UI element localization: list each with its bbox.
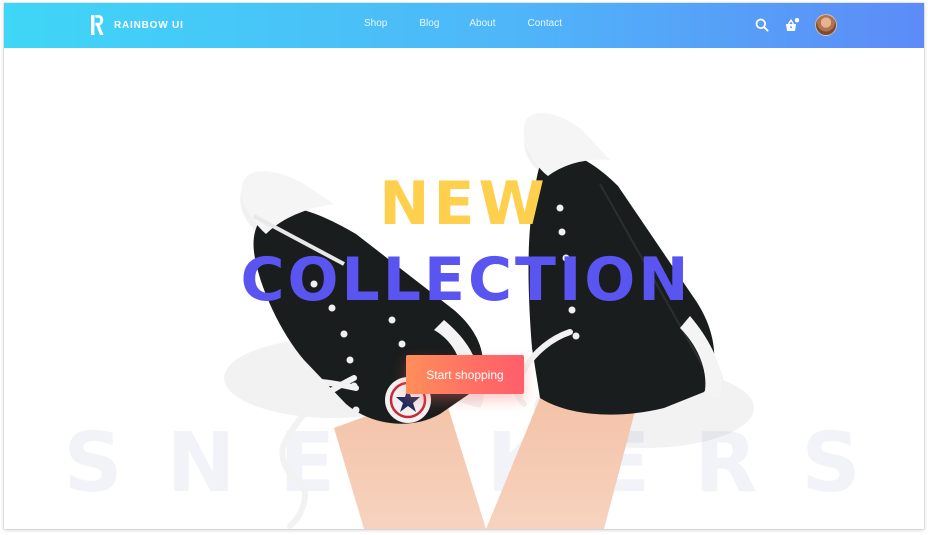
hero-section: SNEAKERS NEW COLLECTION Start shopping [4,48,924,529]
user-avatar[interactable] [815,14,837,36]
r-logo-icon [90,15,104,35]
main-nav: Shop Blog About Contact [364,18,562,29]
basket-icon[interactable] [782,15,802,35]
nav-link-blog[interactable]: Blog [419,18,439,29]
brand[interactable]: RAINBOW UI [90,15,184,35]
headline-new: NEW [379,169,549,239]
nav-link-about[interactable]: About [469,18,495,29]
brand-name: RAINBOW UI [114,19,184,31]
headline-collection: COLLECTION [240,245,692,315]
search-icon[interactable] [752,15,772,35]
nav-actions [752,14,837,36]
app-window: RAINBOW UI Shop Blog About Contact SNEAK… [4,3,924,529]
start-shopping-button[interactable]: Start shopping [406,355,524,394]
navbar: RAINBOW UI Shop Blog About Contact [4,3,924,48]
nav-link-contact[interactable]: Contact [528,18,562,29]
nav-link-shop[interactable]: Shop [364,18,387,29]
